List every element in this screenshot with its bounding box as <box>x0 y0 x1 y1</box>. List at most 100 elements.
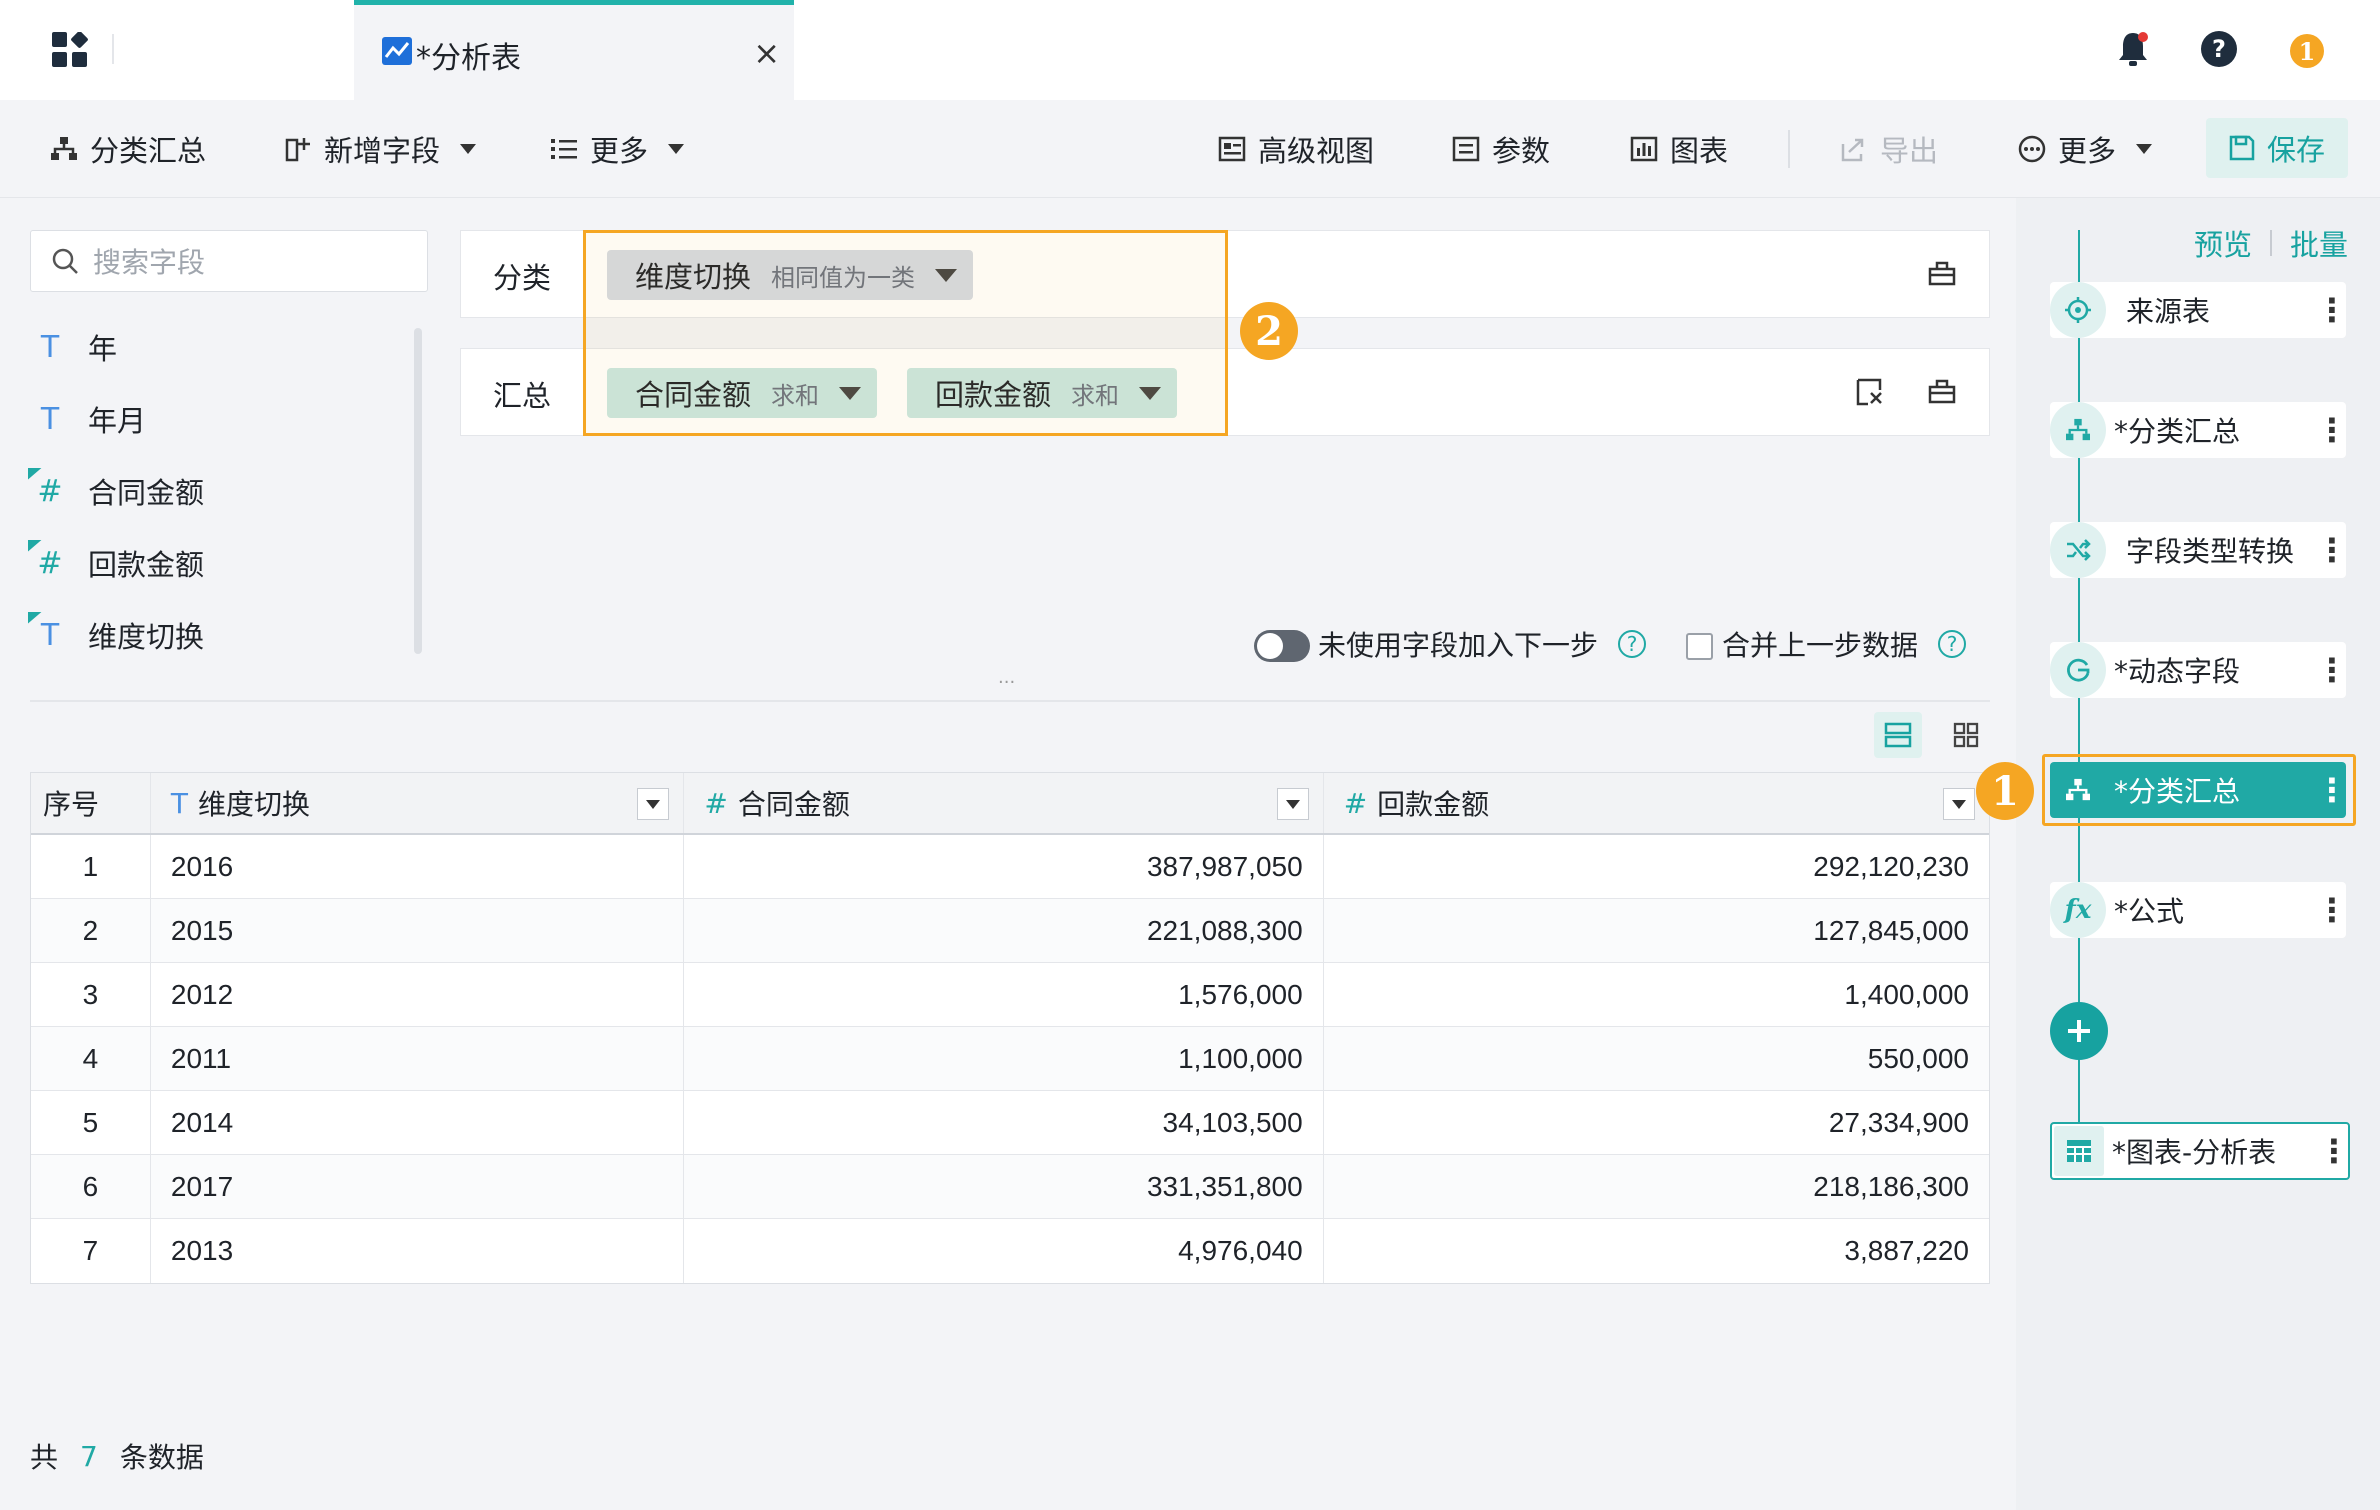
more-circle-icon <box>2018 135 2046 163</box>
list-view-icon[interactable] <box>1874 712 1922 758</box>
apps-grid-icon[interactable] <box>52 32 90 68</box>
toolbar: 分类汇总 新增字段 更多 高级视图 参数 图表 导出 更多 保存 <box>0 100 2380 198</box>
table-row: 3 2012 1,576,000 1,400,000 <box>31 963 1989 1027</box>
more-vertical-icon[interactable]: ⋮ <box>2316 531 2348 569</box>
more-vertical-icon[interactable]: ⋮ <box>2316 291 2348 329</box>
field-item-payment-amount[interactable]: # 回款金额 <box>28 538 204 588</box>
unused-field-toggle[interactable] <box>1254 630 1310 662</box>
chevron-down-icon <box>2136 144 2153 154</box>
header-dimension-switch[interactable]: T 维度切换 <box>151 773 685 833</box>
clear-icon[interactable] <box>1927 377 1957 405</box>
alert-count-badge[interactable]: 1 <box>2290 34 2324 68</box>
cell-index: 3 <box>31 963 151 1026</box>
question-icon[interactable]: ? <box>1938 630 1967 658</box>
step-label: 来源表 <box>2126 295 2211 328</box>
step-dynamic-field[interactable]: *动态字段 ⋮ <box>2050 642 2348 698</box>
add-field-button[interactable]: 新增字段 <box>284 100 477 198</box>
more-vertical-icon[interactable]: ⋮ <box>2318 1132 2350 1170</box>
save-label: 保存 <box>2266 133 2325 167</box>
list-icon <box>550 136 578 162</box>
footer-suffix: 条数据 <box>119 1441 204 1474</box>
more-vertical-icon[interactable]: ⋮ <box>2316 891 2348 929</box>
field-list-scrollbar[interactable] <box>414 328 422 654</box>
grid-view-icon[interactable] <box>1942 712 1990 758</box>
step-label: *图表-分析表 <box>2112 1136 2277 1169</box>
column-dropdown-icon[interactable] <box>637 788 670 820</box>
more-left-button[interactable]: 更多 <box>550 100 685 198</box>
field-item-dimension-switch[interactable]: T 维度切换 <box>28 610 205 660</box>
clear-format-icon[interactable] <box>1855 377 1885 407</box>
cell-index: 2 <box>31 899 151 962</box>
help-icon[interactable]: ? <box>2200 30 2238 68</box>
merge-label: 合并上一步数据 <box>1722 629 1919 662</box>
cell-contract: 221,088,300 <box>684 899 1324 962</box>
cell-index: 5 <box>31 1091 151 1154</box>
bar-chart-icon <box>1630 136 1658 162</box>
add-step-button[interactable] <box>2050 1002 2108 1060</box>
formula-icon: fx <box>2050 882 2106 938</box>
table-header-row: 序号 T 维度切换 # 合同金额 # 回款金额 <box>31 773 1989 835</box>
search-field-input[interactable]: 搜索字段 <box>30 230 428 292</box>
splitter[interactable] <box>30 700 1990 702</box>
header-label: 维度切换 <box>198 788 311 821</box>
text-type-icon: T <box>40 401 60 437</box>
view-icon <box>1218 136 1246 162</box>
header-index: 序号 <box>31 773 151 833</box>
cell-dimension: 2016 <box>151 835 685 898</box>
close-icon[interactable]: × <box>753 37 780 69</box>
chart-button[interactable]: 图表 <box>1630 100 1728 198</box>
column-dropdown-icon[interactable] <box>1943 788 1976 820</box>
field-label: 年月 <box>88 404 147 438</box>
step-source-table[interactable]: 来源表 ⋮ <box>2050 282 2348 338</box>
header-contract-amount[interactable]: # 合同金额 <box>684 773 1324 833</box>
cell-dimension: 2014 <box>151 1091 685 1154</box>
type-glyph: # <box>37 545 63 581</box>
bell-icon[interactable] <box>2116 30 2150 68</box>
cell-dimension: 2015 <box>151 899 685 962</box>
text-type-icon: T <box>40 329 60 365</box>
save-button[interactable]: 保存 <box>2206 118 2348 178</box>
tab-analysis-table[interactable]: *分析表 × <box>354 0 794 100</box>
cell-contract: 1,100,000 <box>684 1027 1324 1090</box>
field-item-year-month[interactable]: T 年月 <box>30 394 146 444</box>
column-dropdown-icon[interactable] <box>1276 788 1309 820</box>
cell-contract: 4,976,040 <box>684 1219 1324 1283</box>
question-icon[interactable]: ? <box>1618 630 1647 658</box>
cell-contract: 1,576,000 <box>684 963 1324 1026</box>
step-chart-analysis-table[interactable]: *图表-分析表 ⋮ <box>2050 1122 2350 1180</box>
step-group-summary-1[interactable]: *分类汇总 ⋮ <box>2050 402 2348 458</box>
source-icon <box>2050 282 2106 338</box>
preview-link[interactable]: 预览 <box>2194 222 2252 264</box>
advanced-view-label: 高级视图 <box>1258 134 1375 168</box>
advanced-view-button[interactable]: 高级视图 <box>1218 100 1374 198</box>
header-payment-amount[interactable]: # 回款金额 <box>1324 773 1989 833</box>
drag-handle-icon[interactable]: ··· <box>998 672 1015 693</box>
step-label: *分类汇总 <box>2114 775 2241 808</box>
field-label: 年 <box>88 332 118 366</box>
step-group-summary-2-active[interactable]: *分类汇总 ⋮ <box>2050 762 2348 818</box>
group-summary-button[interactable]: 分类汇总 <box>50 100 206 198</box>
more-vertical-icon[interactable]: ⋮ <box>2316 411 2348 449</box>
batch-link[interactable]: 批量 <box>2290 222 2348 264</box>
merge-checkbox[interactable] <box>1686 633 1713 660</box>
cell-index: 7 <box>31 1219 151 1283</box>
dynamic-icon <box>2050 642 2106 698</box>
number-type-icon: # <box>1343 786 1368 820</box>
cell-payment: 218,186,300 <box>1813 1170 1969 1202</box>
params-button[interactable]: 参数 <box>1452 100 1550 198</box>
cell-dimension: 2011 <box>151 1027 685 1090</box>
export-button[interactable]: 导出 <box>1840 100 1938 198</box>
field-item-year[interactable]: T 年 <box>30 322 117 372</box>
step-field-type-convert[interactable]: 字段类型转换 ⋮ <box>2050 522 2348 578</box>
row-count-footer: 共 7 条数据 <box>30 1436 204 1476</box>
more-vertical-icon[interactable]: ⋮ <box>2316 771 2348 809</box>
field-label: 维度切换 <box>88 620 205 654</box>
field-item-contract-amount[interactable]: # 合同金额 <box>28 466 204 516</box>
step-formula[interactable]: fx *公式 ⋮ <box>2050 882 2348 938</box>
more-right-button[interactable]: 更多 <box>2018 100 2153 198</box>
workflow-actions: 预览 批量 <box>2194 222 2348 264</box>
clear-icon[interactable] <box>1927 259 1957 287</box>
more-vertical-icon[interactable]: ⋮ <box>2316 651 2348 689</box>
save-icon <box>2229 135 2255 161</box>
step-label: *公式 <box>2114 895 2185 928</box>
